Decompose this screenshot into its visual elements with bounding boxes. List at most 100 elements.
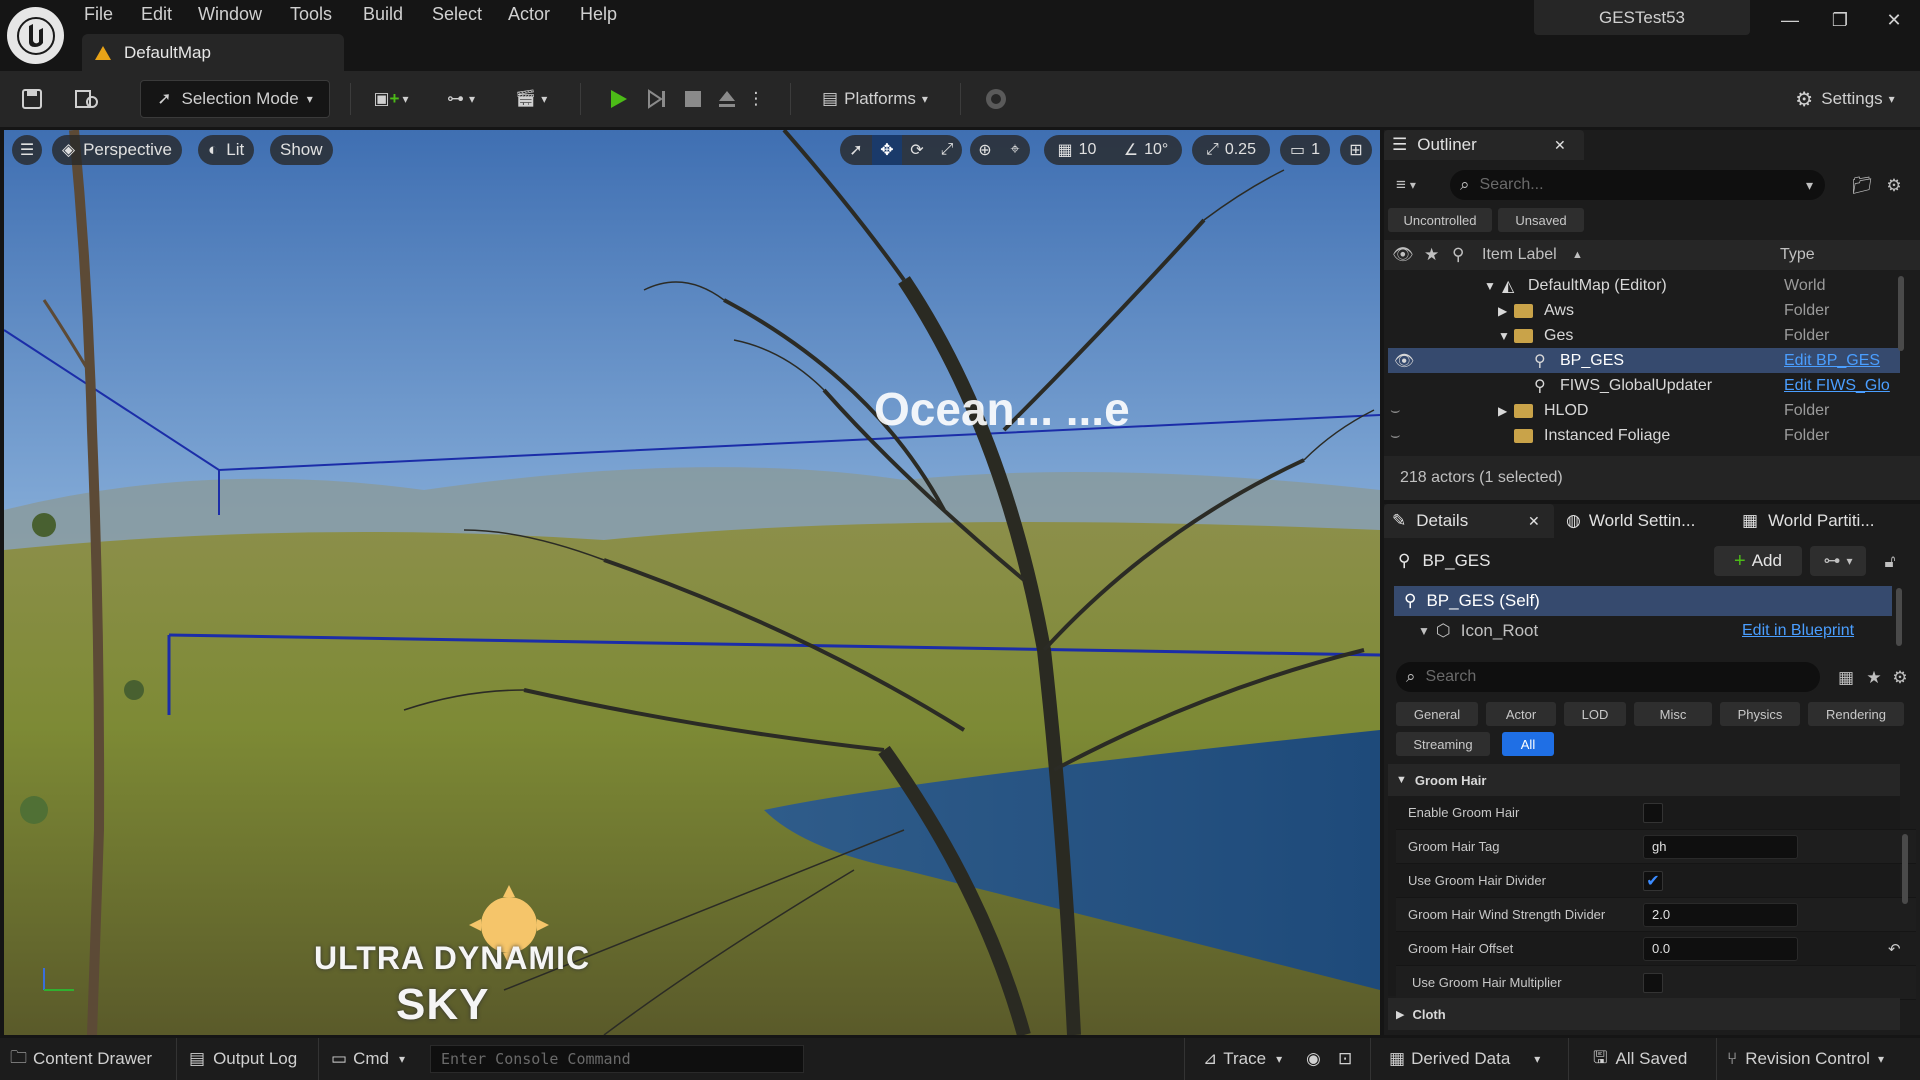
layout-icon[interactable]: ⊞ [1340, 135, 1372, 165]
category-lod[interactable]: LOD [1564, 702, 1626, 726]
lit-button[interactable]: ◐ Lit [198, 135, 255, 165]
eject-icon[interactable] [710, 80, 744, 118]
section-groom-hair[interactable]: ▼ Groom Hair [1388, 764, 1900, 796]
translate-tool-icon[interactable]: ✥ [872, 135, 902, 165]
use-groom-hair-multiplier-checkbox[interactable] [1643, 972, 1663, 993]
menu-help[interactable]: Help [580, 4, 617, 26]
tree-row[interactable]: ⌣ ▶ HLOD Folder [1384, 398, 1904, 423]
wind-strength-divider-input[interactable]: 2.0 [1643, 902, 1798, 927]
show-button[interactable]: Show [270, 135, 333, 165]
hidden-eye-icon[interactable]: ⌣ [1390, 402, 1401, 420]
edit-in-blueprint-link[interactable]: Edit in Blueprint [1742, 622, 1854, 640]
content-drawer-button[interactable]: 🗀︎ Content Drawer [10, 1038, 152, 1080]
tree-row[interactable]: ▶ Aws Folder [1384, 298, 1904, 323]
surface-snap-icon[interactable]: ⌖ [1000, 135, 1030, 165]
add-component-button[interactable]: + Add [1714, 546, 1802, 576]
close-tab-icon[interactable]: ✕ [1554, 137, 1566, 154]
selection-mode-dropdown[interactable]: ➚ Selection Mode ▾ [140, 80, 330, 118]
stop-icon[interactable] [676, 80, 710, 118]
minimize-icon[interactable]: — [1770, 6, 1810, 34]
close-icon[interactable]: ✕ [1874, 6, 1914, 34]
perspective-button[interactable]: ◈ Perspective [52, 135, 182, 165]
tree-row[interactable]: ⚲ FIWS_GlobalUpdater Edit FIWS_Glo [1384, 373, 1904, 398]
menu-build[interactable]: Build [363, 4, 403, 26]
platforms-dropdown[interactable]: ▤ Platforms ▾ [810, 80, 940, 118]
component-icon-root[interactable]: ▼ ⬡ Icon_Root Edit in Blueprint [1394, 616, 1892, 646]
groom-hair-tag-input[interactable]: gh [1643, 834, 1798, 859]
column-type[interactable]: Type [1780, 246, 1815, 264]
tree-row-selected[interactable]: 👁︎ ⚲ BP_GES Edit BP_GES [1388, 348, 1900, 373]
play-icon[interactable] [600, 80, 636, 118]
unreal-logo-icon[interactable] [7, 7, 64, 64]
camera-speed-button[interactable]: ▭ 1 [1280, 135, 1330, 165]
filter-icon[interactable]: ≡ ▾ [1396, 172, 1436, 198]
hidden-eye-icon[interactable]: ⌣ [1390, 427, 1401, 445]
select-tool-icon[interactable]: ➚ [840, 135, 872, 165]
table-view-icon[interactable]: ▦ [1834, 666, 1858, 690]
details-scrollbar[interactable] [1902, 834, 1908, 904]
all-saved-button[interactable]: 🖫︎ All Saved [1568, 1038, 1687, 1080]
world-space-icon[interactable]: ⊕ [970, 135, 1000, 165]
column-item-label[interactable]: Item Label [1482, 246, 1557, 264]
star-icon[interactable]: ★ [1424, 245, 1439, 265]
grid-snap-button[interactable]: ▦ 10 [1044, 135, 1110, 165]
tab-world-partition[interactable]: ▦ World Partiti... [1742, 504, 1875, 538]
add-content-icon[interactable]: ▣ + ▾ [366, 80, 416, 118]
pin-icon[interactable]: ⚲ [1452, 245, 1464, 265]
menu-window[interactable]: Window [198, 4, 262, 26]
menu-tools[interactable]: Tools [290, 4, 332, 26]
chevron-right-icon[interactable]: ▶ [1498, 404, 1507, 418]
new-folder-icon[interactable]: 📁︎ [1850, 174, 1874, 198]
output-log-button[interactable]: ▤ Output Log [176, 1038, 297, 1080]
chevron-right-icon[interactable]: ▶ [1498, 304, 1507, 318]
category-physics[interactable]: Physics [1720, 702, 1800, 726]
tree-row[interactable]: ▼ ◭ DefaultMap (Editor) World [1384, 273, 1904, 298]
scale-tool-icon[interactable]: ⤢ [932, 135, 962, 165]
menu-file[interactable]: File [84, 4, 113, 26]
category-rendering[interactable]: Rendering [1808, 702, 1904, 726]
groom-hair-offset-input[interactable]: 0.0 [1643, 936, 1798, 961]
restore-icon[interactable]: ❐ [1820, 6, 1860, 34]
tab-outliner[interactable]: ☰ Outliner ✕ [1384, 130, 1584, 160]
rotate-tool-icon[interactable]: ⟳ [902, 135, 932, 165]
visibility-icon[interactable]: 👁︎ [1392, 245, 1414, 265]
revision-control-dropdown[interactable]: ⑂ Revision Control ▾ [1716, 1038, 1884, 1080]
tree-row[interactable]: ▼ Ges Folder [1384, 323, 1904, 348]
hamburger-menu-icon[interactable]: ☰ [12, 135, 42, 165]
use-groom-hair-divider-checkbox[interactable]: ✔ [1643, 870, 1663, 891]
console-command-input[interactable]: Enter Console Command [430, 1045, 804, 1073]
row-type-link[interactable]: Edit FIWS_Glo [1784, 377, 1890, 395]
tab-defaultmap[interactable]: DefaultMap [82, 34, 344, 71]
derived-data-dropdown[interactable]: ▦ Derived Data ▾ [1370, 1038, 1540, 1080]
scale-snap-button[interactable]: ⤢ 0.25 [1192, 135, 1270, 165]
screenshot-icon[interactable]: ⊡ [1338, 1038, 1352, 1080]
chevron-down-icon[interactable]: ▼ [1484, 279, 1496, 293]
category-streaming[interactable]: Streaming [1396, 732, 1490, 756]
chevron-down-icon[interactable]: ▼ [1498, 329, 1510, 343]
save-icon[interactable] [16, 80, 48, 118]
filter-unsaved[interactable]: Unsaved [1498, 208, 1584, 232]
cinematics-icon[interactable]: 🎬︎ ▾ [506, 80, 556, 118]
section-cloth[interactable]: ▶ Cloth [1388, 998, 1900, 1030]
category-all[interactable]: All [1502, 732, 1554, 756]
lock-icon[interactable]: 🔓︎ [1878, 550, 1902, 574]
browse-icon[interactable] [70, 80, 104, 118]
outliner-search-input[interactable]: ⌕ Search... ▾ [1450, 170, 1825, 200]
tab-details[interactable]: ✎ Details ✕ [1384, 504, 1554, 538]
outliner-scrollbar[interactable] [1898, 276, 1904, 351]
rotation-snap-button[interactable]: ∠ 10° [1110, 135, 1182, 165]
details-search-input[interactable]: ⌕ Search [1396, 662, 1820, 692]
enable-groom-hair-checkbox[interactable] [1643, 802, 1663, 823]
more-options-icon[interactable]: ⋮ [746, 80, 766, 118]
category-misc[interactable]: Misc [1634, 702, 1712, 726]
gear-icon[interactable]: ⚙ [1888, 666, 1912, 690]
row-type-link[interactable]: Edit BP_GES [1784, 352, 1880, 370]
cmd-dropdown[interactable]: ▭ Cmd ▾ [318, 1038, 405, 1080]
components-scrollbar[interactable] [1896, 588, 1902, 646]
gear-icon[interactable]: ⚙ [1882, 174, 1906, 198]
category-actor[interactable]: Actor [1486, 702, 1556, 726]
reset-to-default-icon[interactable]: ↶ [1888, 940, 1901, 958]
tree-row[interactable]: ⌣ Instanced Foliage Folder [1384, 423, 1904, 448]
component-self[interactable]: ⚲ BP_GES (Self) [1394, 586, 1892, 616]
trace-dropdown[interactable]: ⊿ Trace ▾ [1184, 1038, 1282, 1080]
